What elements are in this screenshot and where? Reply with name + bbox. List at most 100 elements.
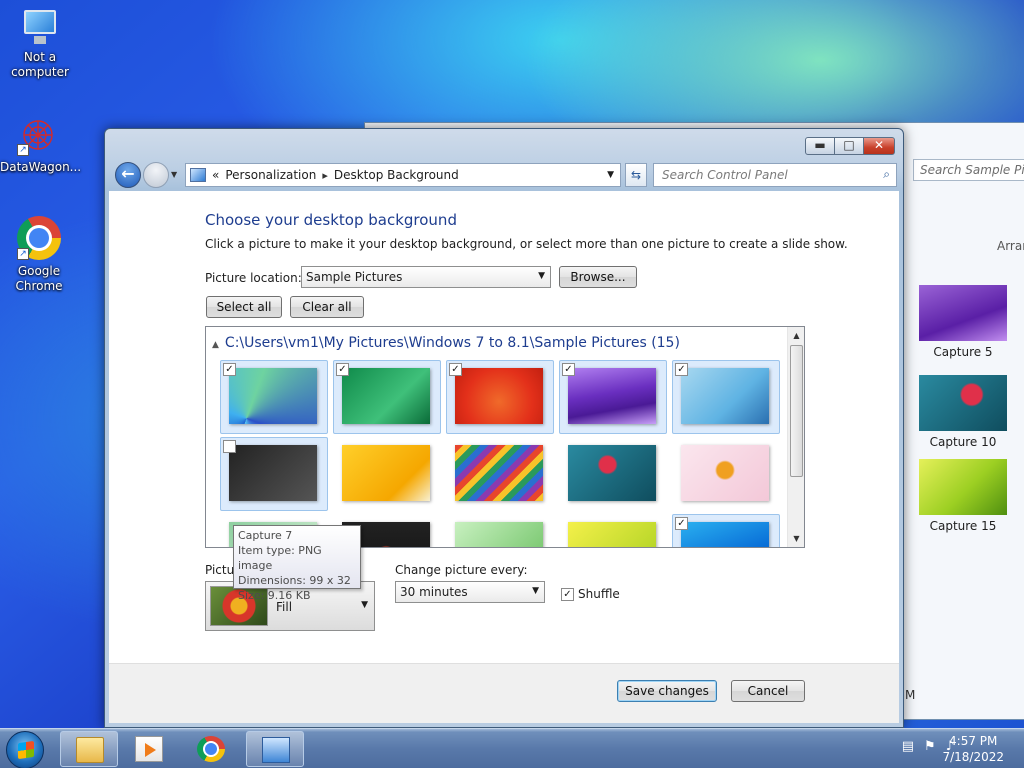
clock[interactable]: 4:57 PM 7/18/2022 [942, 733, 1004, 765]
thumbnail-tile[interactable]: ✓ [446, 360, 554, 434]
thumbnail-tile[interactable] [446, 514, 554, 547]
chevron-down-icon: ▼ [532, 586, 539, 596]
thumbnail-image [681, 445, 769, 501]
windows-logo-icon [18, 740, 34, 760]
desktop-background-window[interactable]: ▬ □ ✕ ← ▼ « Personalization ▸ Desktop Ba… [104, 128, 904, 728]
maximize-button[interactable]: □ [834, 137, 864, 155]
taskbar-control-panel-button[interactable] [246, 731, 304, 767]
thumbnail-image [229, 445, 317, 501]
thumbnail-checkbox[interactable]: ✓ [336, 363, 349, 376]
background-item[interactable]: Capture 15 [917, 459, 1009, 533]
folder-group-header[interactable]: ▲ C:\Users\vm1\My Pictures\Windows 7 to 8… [212, 335, 680, 351]
thumbnail-tile[interactable] [559, 514, 667, 547]
breadcrumb-overflow[interactable]: « [212, 168, 219, 182]
window-controls: ▬ □ ✕ [805, 137, 895, 155]
background-text: M [905, 688, 916, 702]
taskbar-explorer-button[interactable] [60, 731, 118, 767]
save-changes-button[interactable]: Save changes [617, 680, 717, 702]
clear-all-button[interactable]: Clear all [290, 296, 364, 318]
desktop-icon-label: DataWagon... [0, 160, 82, 174]
thumbnail-tile[interactable] [672, 437, 780, 511]
chrome-icon [197, 736, 225, 762]
minimize-button[interactable]: ▬ [805, 137, 835, 155]
thumbnail-tile[interactable]: ✓ [559, 360, 667, 434]
thumbnail-image [681, 368, 769, 424]
shuffle-checkbox[interactable]: ✓ Shuffle [561, 587, 620, 601]
breadcrumb-item-desktop-background[interactable]: Desktop Background [334, 168, 459, 182]
shuffle-label: Shuffle [578, 587, 620, 601]
thumbnail-image [455, 445, 543, 501]
arrange-by-label[interactable]: Arran [997, 239, 1024, 253]
refresh-button[interactable]: ⇆ [625, 163, 647, 187]
computer-icon [20, 10, 60, 46]
thumbnail-image [455, 368, 543, 424]
vertical-scrollbar[interactable]: ▲ ▼ [787, 327, 804, 547]
thumbnail-image [342, 368, 430, 424]
tooltip-name: Capture 7 [238, 529, 293, 542]
background-item[interactable]: Capture 5 [917, 285, 1009, 359]
tooltip-type: Item type: PNG image [238, 544, 322, 572]
thumbnail-tile[interactable]: ✓ [220, 360, 328, 434]
search-control-panel-input[interactable]: Search Control Panel ⌕ [653, 163, 897, 187]
taskbar-media-player-button[interactable] [120, 731, 178, 767]
media-player-icon [135, 736, 163, 762]
chevron-down-icon: ▼ [538, 271, 545, 281]
thumbnail-checkbox[interactable]: ✓ [449, 363, 462, 376]
desktop-icon-datawagon[interactable]: ↗ DataWagon... [0, 114, 81, 175]
scroll-up-icon[interactable]: ▲ [788, 327, 804, 344]
action-center-icon[interactable]: ⚑ [924, 739, 936, 754]
thumbnail-tile[interactable] [446, 437, 554, 511]
chrome-icon: ↗ [17, 216, 61, 260]
desktop-icon-chrome[interactable]: ↗ Google Chrome [1, 216, 77, 294]
change-picture-interval-select[interactable]: 30 minutes ▼ [395, 581, 545, 603]
thumbnail-checkbox[interactable]: ✓ [675, 363, 688, 376]
browse-button[interactable]: Browse... [559, 266, 637, 288]
close-button[interactable]: ✕ [863, 137, 895, 155]
tooltip-dimensions: Dimensions: 99 x 32 [238, 574, 351, 587]
thumbnail-image [919, 459, 1007, 515]
thumbnail-tile[interactable] [220, 437, 328, 511]
recent-pages-dropdown-icon[interactable]: ▼ [171, 170, 177, 179]
thumbnail-tile[interactable]: ✓ [672, 360, 780, 434]
thumbnail-image [455, 522, 543, 547]
thumbnail-checkbox[interactable]: ✓ [562, 363, 575, 376]
thumbnail-checkbox[interactable] [223, 440, 236, 453]
thumbnail-image [568, 368, 656, 424]
background-item-label: Capture 15 [929, 519, 997, 533]
picture-gallery[interactable]: ▲ C:\Users\vm1\My Pictures\Windows 7 to 8… [205, 326, 805, 548]
desktop-icon-computer[interactable]: Not a computer [2, 10, 78, 80]
thumbnail-checkbox[interactable]: ✓ [223, 363, 236, 376]
select-all-button[interactable]: Select all [206, 296, 282, 318]
start-button[interactable] [6, 731, 44, 768]
taskbar-chrome-button[interactable] [182, 731, 240, 767]
thumbnail-image [568, 522, 656, 547]
folder-icon [76, 737, 104, 763]
search-icon: ⌕ [883, 167, 890, 181]
back-button[interactable]: ← [115, 162, 141, 188]
background-item[interactable]: Capture 10 [917, 375, 1009, 449]
picture-location-select[interactable]: Sample Pictures ▼ [301, 266, 551, 288]
breadcrumb-separator-icon[interactable]: ▸ [322, 169, 328, 182]
scroll-down-icon[interactable]: ▼ [788, 530, 804, 547]
search-placeholder: Search Control Panel [662, 168, 788, 182]
thumbnail-tile[interactable] [559, 437, 667, 511]
change-picture-label: Change picture every: [395, 563, 528, 577]
collapse-icon[interactable]: ▲ [212, 340, 219, 350]
background-item-label: Capture 5 [933, 345, 993, 359]
address-dropdown-icon[interactable]: ▼ [607, 170, 614, 180]
background-search-input[interactable]: Search Sample Pictu [913, 159, 1024, 181]
thumbnail-tile[interactable]: ✓ [333, 360, 441, 434]
network-icon[interactable]: ▤ [902, 739, 914, 754]
thumbnail-tile[interactable] [333, 437, 441, 511]
scrollbar-thumb[interactable] [790, 345, 803, 477]
forward-button[interactable] [143, 162, 169, 188]
thumbnail-tile[interactable]: ✓ [672, 514, 780, 547]
page-title: Choose your desktop background [205, 211, 457, 229]
thumbnail-checkbox[interactable]: ✓ [675, 517, 688, 530]
control-panel-icon [262, 737, 290, 763]
cancel-button[interactable]: Cancel [731, 680, 805, 702]
shuffle-check-icon[interactable]: ✓ [561, 587, 574, 601]
thumbnail-image [919, 375, 1007, 431]
breadcrumb-item-personalization[interactable]: Personalization [225, 168, 316, 182]
address-bar[interactable]: « Personalization ▸ Desktop Background ▼ [185, 163, 621, 187]
